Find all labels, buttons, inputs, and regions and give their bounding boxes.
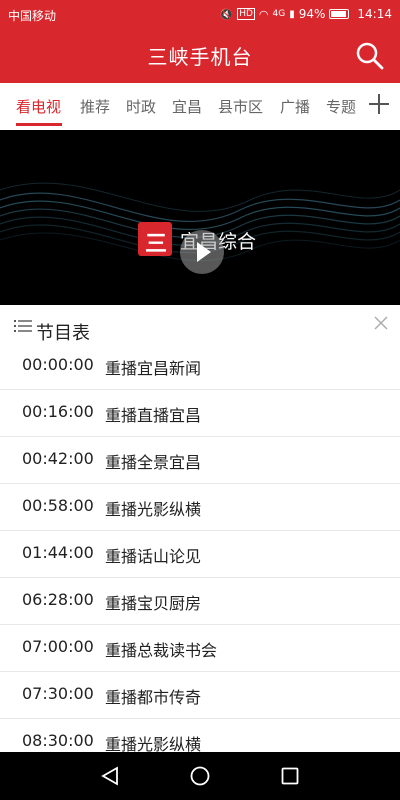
clock: 14:14 [357, 7, 392, 21]
tab-politics[interactable]: 时政 [126, 96, 156, 117]
program-title: 重播宝贝厨房 [105, 594, 202, 613]
schedule-row[interactable]: 00:42:00 重播全景宜昌 [0, 437, 400, 484]
search-icon[interactable] [354, 40, 386, 72]
tab-watch-tv[interactable]: 看电视 [16, 96, 61, 117]
program-time: 07:00:00 [22, 637, 94, 656]
program-time: 00:58:00 [22, 496, 94, 515]
battery-icon [329, 9, 350, 19]
wifi-icon: ◠ [258, 7, 269, 21]
tab-counties[interactable]: 县市区 [218, 96, 263, 117]
program-title: 重播全景宜昌 [105, 453, 202, 472]
program-time: 08:30:00 [22, 731, 94, 750]
program-title: 重播话山论见 [105, 547, 202, 566]
network-label: 4G [272, 9, 286, 19]
program-time: 01:44:00 [22, 543, 94, 562]
page-title: 三峡手机台 [147, 45, 253, 69]
program-time: 00:16:00 [22, 402, 94, 421]
list-icon [14, 318, 32, 332]
home-circle-icon[interactable] [188, 764, 212, 788]
signal-icon: ▮ [289, 8, 295, 20]
schedule-row[interactable]: 00:58:00 重播光影纵横 [0, 484, 400, 531]
category-tabs: 看电视 推荐 时政 宜昌 县市区 广播 专题 [0, 83, 400, 131]
wave-background [0, 182, 400, 262]
logo-glyph: 三 [145, 232, 168, 257]
video-player[interactable]: 三 宜昌综合 [0, 130, 400, 305]
status-right: 🔇 HD ◠ 4G ▮ 94% 14:14 [220, 7, 393, 21]
schedule-row[interactable]: 06:28:00 重播宝贝厨房 [0, 578, 400, 625]
schedule-row[interactable]: 00:16:00 重播直播宜昌 [0, 390, 400, 437]
schedule-row[interactable]: 08:30:00 重播光影纵横 [0, 719, 400, 753]
play-icon[interactable] [180, 230, 224, 274]
tab-recommend[interactable]: 推荐 [80, 96, 110, 117]
schedule-row[interactable]: 07:00:00 重播总裁读书会 [0, 625, 400, 672]
active-tab-underline [16, 123, 62, 126]
battery-percent: 94% [298, 7, 326, 21]
close-icon[interactable] [372, 314, 390, 332]
back-triangle-icon[interactable] [98, 764, 122, 788]
plus-icon[interactable] [366, 91, 392, 117]
program-time: 07:30:00 [22, 684, 94, 703]
mute-icon: 🔇 [219, 7, 234, 21]
status-bar: 中国移动 🔇 HD ◠ 4G ▮ 94% 14:14 [0, 0, 400, 28]
program-title: 重播光影纵横 [105, 735, 202, 753]
channel-logo: 三 [138, 222, 172, 257]
tab-special[interactable]: 专题 [326, 96, 356, 117]
carrier-label: 中国移动 [8, 9, 57, 23]
schedule-list: 00:00:00 重播宜昌新闻 00:16:00 重播直播宜昌 00:42:00… [0, 343, 400, 753]
program-title: 重播光影纵横 [105, 500, 202, 519]
recents-square-icon[interactable] [278, 764, 302, 788]
tab-yichang[interactable]: 宜昌 [172, 96, 202, 117]
hd-badge: HD [237, 8, 255, 20]
program-title: 重播宜昌新闻 [105, 359, 202, 378]
schedule-title: 节目表 [36, 323, 90, 344]
program-time: 00:00:00 [22, 355, 94, 374]
program-time: 06:28:00 [22, 590, 94, 609]
schedule-row[interactable]: 00:00:00 重播宜昌新闻 [0, 343, 400, 390]
program-time: 00:42:00 [22, 449, 94, 468]
program-title: 重播直播宜昌 [105, 406, 202, 425]
app-header: 三峡手机台 [0, 28, 400, 83]
program-title: 重播总裁读书会 [105, 641, 218, 660]
schedule-row[interactable]: 07:30:00 重播都市传奇 [0, 672, 400, 719]
schedule-row[interactable]: 01:44:00 重播话山论见 [0, 531, 400, 578]
program-title: 重播都市传奇 [105, 688, 202, 707]
system-nav-bar [0, 752, 400, 800]
tab-radio[interactable]: 广播 [280, 96, 310, 117]
